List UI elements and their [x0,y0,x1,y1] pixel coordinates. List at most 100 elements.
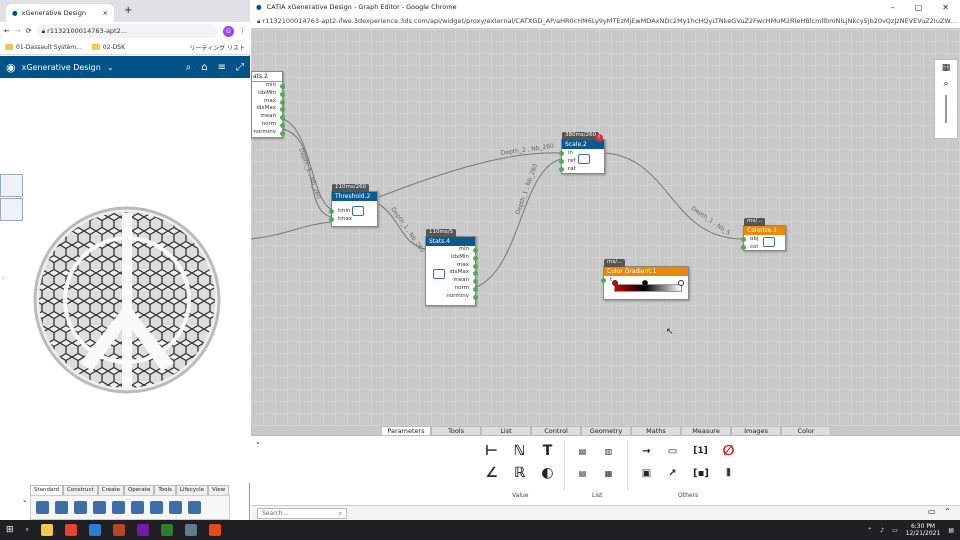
output-port[interactable]: max [252,98,285,106]
map-icon[interactable]: ▦ [942,63,951,73]
close-icon[interactable]: ✕ [942,3,949,12]
zoom-icon[interactable]: ⌕ [943,79,948,89]
tag-icon[interactable]: ⌂ [201,62,207,73]
output-port[interactable]: mean [252,113,285,121]
network-icon[interactable]: ▭ [892,527,898,534]
node-stats-4[interactable]: 110ms/5 Stats.4 min idxMin max idxMax me… [425,229,478,306]
chevron-up-icon[interactable]: ⌃ [944,507,951,516]
back-icon[interactable]: ← [4,27,10,35]
url-field[interactable]: 🔒︎ r1132100014763-apt2... [36,24,218,38]
input-port[interactable]: tmax [329,215,377,223]
comment-icon[interactable]: ▭ [928,507,936,516]
text-icon[interactable]: T [540,444,555,459]
forward-icon[interactable]: → [15,27,21,35]
side-panel-tab-1[interactable] [0,174,23,197]
expand-icon[interactable]: ⤢ [236,62,244,73]
system-clock[interactable]: 6:30 PM 12/21/2021 [906,523,941,537]
chevron-right-icon[interactable]: › [2,274,5,282]
side-panel-tab-2[interactable] [0,198,23,221]
tab-standard[interactable]: Standard [30,485,64,495]
search-icon[interactable]: ⌕ [339,509,342,519]
node-threshold-2[interactable]: 110ms/260 Threshold.2 tmin tmax [329,184,378,227]
warning-icon[interactable]: ! [595,134,603,142]
output-port[interactable]: norminv [252,129,285,137]
tab-control[interactable]: Control [531,426,581,435]
gradient-stop-red[interactable] [612,280,618,286]
image-icon[interactable]: ▣ [639,466,654,481]
book-icon[interactable]: ▭ [665,444,680,459]
chevron-down-icon[interactable]: ⌄ [255,438,261,446]
tab-create[interactable]: Create [97,485,124,495]
compass-icon[interactable]: ◉ [6,61,16,74]
calculator-icon[interactable] [184,524,197,536]
catia-icon[interactable] [160,524,173,536]
graph-canvas[interactable]: Depth_2 , Nb_260 Depth_1 , Nb_260 Depth_… [251,29,960,426]
gear-icon[interactable] [55,501,68,514]
app-icon[interactable] [88,524,101,536]
share-icon[interactable] [93,501,106,514]
gradient-stop-white[interactable] [678,280,684,286]
integer-icon[interactable]: ℕ [512,444,527,459]
tab-tools[interactable]: Tools [431,426,481,435]
split-icon[interactable]: ⫴ [721,466,736,481]
search-icon[interactable]: ⌕ [26,526,29,534]
app-title[interactable]: xGenerative Design [22,63,101,72]
output-port[interactable]: idxMax [252,105,285,113]
output-port[interactable]: norminv [426,293,478,301]
reading-list[interactable]: リーディング リスト [190,43,246,52]
node-stats-2[interactable]: ats.2 min idxMin max idxMax mean norm no… [251,71,285,138]
angle-icon[interactable]: ∠ [484,466,499,481]
gradient-bar[interactable] [614,284,682,292]
home-icon[interactable] [36,501,49,514]
tab-parameters[interactable]: Parameters [381,426,431,435]
table-icon[interactable]: ▦ [601,466,616,481]
tab-measure[interactable]: Measure [681,426,731,435]
output-port[interactable]: min [426,246,478,254]
file-explorer-icon[interactable] [40,524,53,536]
chevron-down-icon[interactable]: ⌄ [107,63,114,72]
node-color-gradient-1[interactable]: ms/... Color Gradient.1 t [601,259,689,300]
save-icon[interactable] [74,501,87,514]
menu-icon[interactable]: ⋮ [239,27,246,35]
notification-icon[interactable]: ▤ [948,527,954,534]
graph-icon[interactable] [169,501,182,514]
node-scale-2[interactable]: 380ms/260 Scale.2 ! in ref rat [559,132,605,174]
input-port[interactable]: rat [559,165,604,173]
list-values-icon[interactable]: ▤ [575,466,590,481]
output-port[interactable]: idxMin [252,90,285,98]
undo-icon[interactable] [131,501,144,514]
output-port[interactable]: norm [252,121,285,129]
url-field[interactable]: 🔒︎ r1132100014763-apt2-ifwe.3dexperience… [251,14,960,29]
new-tab-icon[interactable]: + [124,5,132,16]
tab-geometry[interactable]: Geometry [581,426,631,435]
volume-icon[interactable]: ♪ [880,527,884,534]
real-icon[interactable]: ℝ [512,466,527,481]
tab-xgenerative[interactable]: ● xGenerative Design × [6,4,114,22]
tab-construct[interactable]: Construct [63,485,98,495]
chrome-icon[interactable] [64,524,77,536]
maximize-icon[interactable]: ▢ [915,3,923,12]
tab-list[interactable]: List [481,426,531,435]
bookmark-1[interactable]: 01-Dassault Systèm... [5,44,82,51]
tab-maths[interactable]: Maths [631,426,681,435]
close-icon[interactable]: × [103,9,108,17]
app-icon[interactable] [208,524,221,536]
3d-viewer[interactable]: › [0,78,250,483]
bracket-one-icon[interactable]: [1] [693,444,708,459]
tab-lifecycle[interactable]: Lifecycle [175,485,209,495]
zoom-slider[interactable] [945,95,947,123]
chevron-up-icon[interactable]: ⌃ [867,527,872,534]
search-icon[interactable]: ⌕ [186,62,192,73]
model-icon[interactable] [112,501,125,514]
boolean-icon[interactable]: ◐ [540,466,555,481]
hamburger-icon[interactable]: ≡ [218,62,226,73]
gradient-stop-black[interactable] [642,280,648,286]
tab-view[interactable]: View [208,485,230,495]
windows-start-icon[interactable]: ⊞ [6,525,14,535]
list-icon[interactable]: ▤ [575,444,590,459]
bookmark-2[interactable]: 02-DSK [91,44,125,51]
onenote-icon[interactable] [136,524,149,536]
object-icon[interactable]: [▪] [693,466,709,481]
broadcast-icon[interactable] [188,501,201,514]
reload-icon[interactable]: ⟳ [26,27,32,35]
